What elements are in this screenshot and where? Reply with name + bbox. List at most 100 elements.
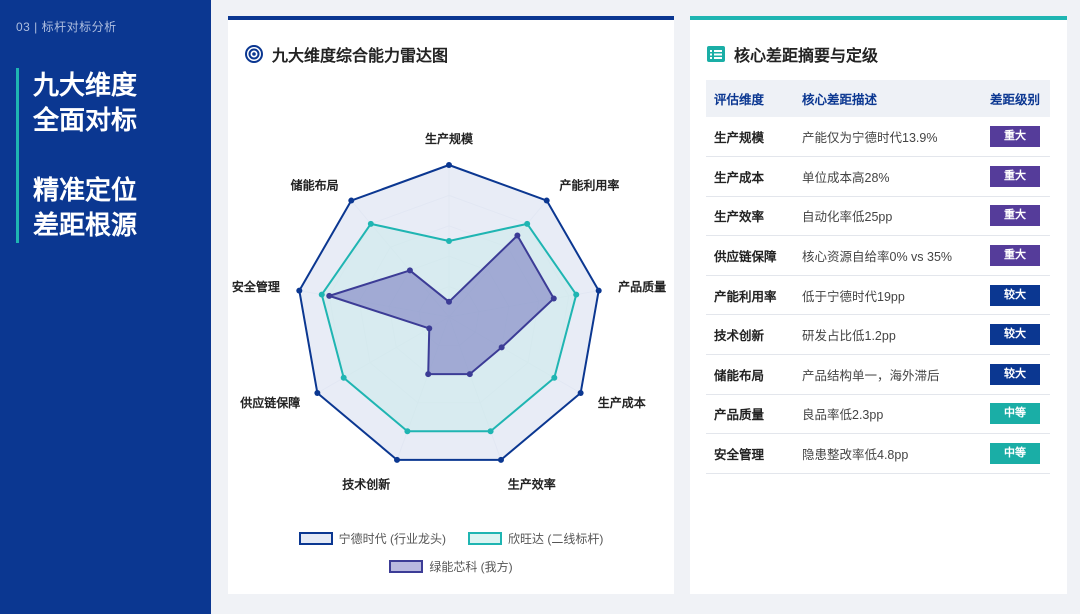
radar-point	[524, 220, 531, 227]
radar-point	[296, 287, 303, 294]
headline-line-3: 精准定位	[33, 175, 138, 205]
row-description: 研发占比低1.2pp	[794, 314, 980, 356]
row-level-cell: 较大	[980, 354, 1050, 395]
radar-point	[497, 456, 504, 463]
row-dimension: 产能利用率	[706, 275, 794, 316]
legend-item-catl: 宁德时代 (行业龙头)	[298, 530, 446, 547]
row-level-cell: 重大	[980, 235, 1050, 276]
radar-point	[446, 238, 452, 244]
row-dimension: 技术创新	[706, 314, 794, 356]
headline-line-4: 差距根源	[33, 210, 138, 240]
legend-swatch-ours	[389, 560, 424, 573]
radar-point	[425, 371, 432, 378]
legend-row-1: 宁德时代 (行业龙头) 欣旺达 (二线标杆)	[228, 530, 674, 547]
level-badge: 重大	[990, 205, 1040, 227]
radar-point	[514, 232, 521, 239]
row-description: 核心资源自给率0% vs 35%	[794, 235, 980, 276]
radar-axis-label: 产能利用率	[559, 177, 619, 192]
row-dimension: 生产效率	[706, 196, 794, 237]
table-row: 储能布局 产品结构单一，海外滞后 较大	[706, 354, 1050, 395]
radar-axis-label: 生产成本	[598, 395, 646, 410]
table-row: 产品质量 良品率低2.3pp 中等	[706, 394, 1050, 435]
radar-title-text: 九大维度综合能力雷达图	[272, 48, 449, 65]
level-badge: 中等	[990, 403, 1040, 425]
row-dimension: 生产成本	[706, 156, 794, 197]
radar-point	[406, 267, 413, 274]
level-badge: 重大	[990, 245, 1040, 267]
radar-point	[404, 428, 411, 435]
radar-point	[314, 390, 321, 396]
row-description: 产能仅为宁德时代13.9%	[794, 117, 980, 158]
row-level-cell: 中等	[980, 433, 1050, 474]
legend-item-sunwoda: 欣旺达 (二线标杆)	[468, 530, 603, 547]
table-header-row: 评估维度 核心差距描述 差距级别	[706, 80, 1050, 117]
row-level-cell: 重大	[980, 156, 1050, 197]
legend-label-ours: 绿能芯科 (我方)	[429, 560, 513, 574]
table-row: 技术创新 研发占比低1.2pp 较大	[706, 314, 1050, 356]
radar-point	[394, 456, 401, 463]
radar-chart: 生产规模产能利用率产品质量生产成本生产效率 技术创新 供应链保障 安全管理 储能布局	[232, 131, 666, 491]
radar-point	[595, 287, 602, 294]
radar-point	[326, 292, 333, 299]
row-dimension: 产品质量	[706, 394, 794, 435]
row-description: 低于宁德时代19pp	[794, 275, 980, 316]
radar-axis-label: 供应链保障	[239, 395, 300, 410]
radar-point	[543, 197, 550, 204]
row-level-cell: 较大	[980, 275, 1050, 316]
radar-point	[426, 325, 433, 332]
radar-point	[573, 291, 580, 298]
legend-label-catl: 宁德时代 (行业龙头)	[338, 532, 446, 546]
radar-card: 九大维度综合能力雷达图 生产规模产能利用率产品质量生产成本生产效率 技术创新 供应链…	[228, 16, 674, 594]
summary-card: 核心差距摘要与定级 评估维度 核心差距描述 差距级别 生产规模 产能仅为宁德时代1…	[690, 16, 1067, 594]
radar-point	[340, 374, 347, 381]
header-description: 核心差距描述	[794, 80, 980, 117]
level-badge: 中等	[990, 443, 1040, 465]
legend-swatch-sunwoda	[468, 532, 502, 545]
radar-point	[367, 220, 374, 227]
radar-axis-label: 储能布局	[291, 177, 339, 192]
summary-card-title: 核心差距摘要与定级	[706, 42, 878, 66]
row-description: 单位成本高28%	[794, 156, 980, 197]
level-badge: 较大	[990, 284, 1040, 306]
sidebar: 03 | 标杆对标分析 九大维度 全面对标 精准定位 差距根源	[0, 0, 211, 614]
radar-axis-label: 安全管理	[232, 279, 280, 294]
radar-point	[446, 298, 452, 305]
row-dimension: 生产规模	[706, 117, 794, 158]
level-badge: 重大	[990, 126, 1040, 148]
level-badge: 重大	[990, 165, 1040, 187]
table-row: 生产成本 单位成本高28% 重大	[706, 156, 1050, 197]
radar-point	[551, 374, 558, 381]
level-badge: 较大	[990, 363, 1040, 385]
radar-axis-label: 生产效率	[508, 476, 556, 491]
list-icon	[707, 46, 725, 62]
header-level: 差距级别	[980, 80, 1050, 117]
legend-swatch-catl	[298, 532, 333, 545]
row-description: 产品结构单一，海外滞后	[794, 354, 980, 395]
legend-row-2: 绿能芯科 (我方)	[228, 558, 674, 575]
radar-axis-label: 生产规模	[425, 131, 474, 146]
radar-point	[577, 390, 584, 396]
radar-axis-label: 技术创新	[342, 476, 390, 491]
table-body: 生产规模 产能仅为宁德时代13.9% 重大 生产成本 单位成本高28% 重大 生产效率 自动化…	[706, 117, 1050, 474]
row-level-cell: 重大	[980, 196, 1050, 237]
row-dimension: 储能布局	[706, 354, 794, 395]
radar-card-title: 九大维度综合能力雷达图	[244, 42, 448, 66]
radar-axis-label: 产品质量	[618, 279, 666, 294]
legend-label-sunwoda: 欣旺达 (二线标杆)	[508, 532, 604, 546]
level-badge: 较大	[990, 324, 1040, 346]
row-description: 自动化率低25pp	[794, 196, 980, 237]
radar-point	[446, 162, 452, 168]
target-icon	[245, 45, 263, 63]
table-row: 生产规模 产能仅为宁德时代13.9% 重大	[706, 117, 1050, 158]
header-dimension: 评估维度	[706, 80, 794, 117]
radar-point	[498, 344, 505, 351]
table-row: 安全管理 隐患整改率低4.8pp 中等	[706, 433, 1050, 474]
row-description: 良品率低2.3pp	[794, 394, 980, 435]
table-row: 供应链保障 核心资源自给率0% vs 35% 重大	[706, 235, 1050, 276]
row-dimension: 供应链保障	[706, 235, 794, 276]
gap-table: 评估维度 核心差距描述 差距级别 生产规模 产能仅为宁德时代13.9% 重大 生产成本…	[706, 80, 1050, 474]
row-dimension: 安全管理	[706, 433, 794, 474]
radar-point	[318, 291, 325, 298]
radar-point	[466, 371, 473, 378]
headline-line-2: 全面对标	[33, 105, 138, 135]
